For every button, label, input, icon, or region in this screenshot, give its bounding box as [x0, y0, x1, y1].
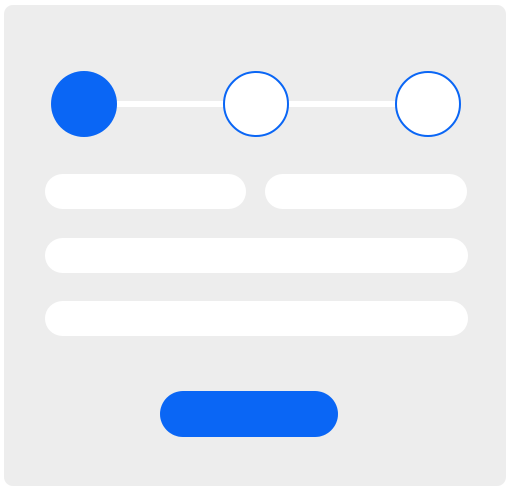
- last-name-field[interactable]: [265, 174, 467, 209]
- step-indicator-3[interactable]: [395, 71, 461, 137]
- step-indicator-1[interactable]: [51, 71, 117, 137]
- step-indicator-2[interactable]: [223, 71, 289, 137]
- first-name-field[interactable]: [45, 174, 246, 209]
- stepper-connector: [289, 101, 395, 107]
- text-field-full-width-1[interactable]: [45, 238, 468, 273]
- text-field-full-width-2[interactable]: [45, 301, 468, 336]
- stepper-connector: [117, 101, 223, 107]
- submit-button[interactable]: [160, 391, 338, 437]
